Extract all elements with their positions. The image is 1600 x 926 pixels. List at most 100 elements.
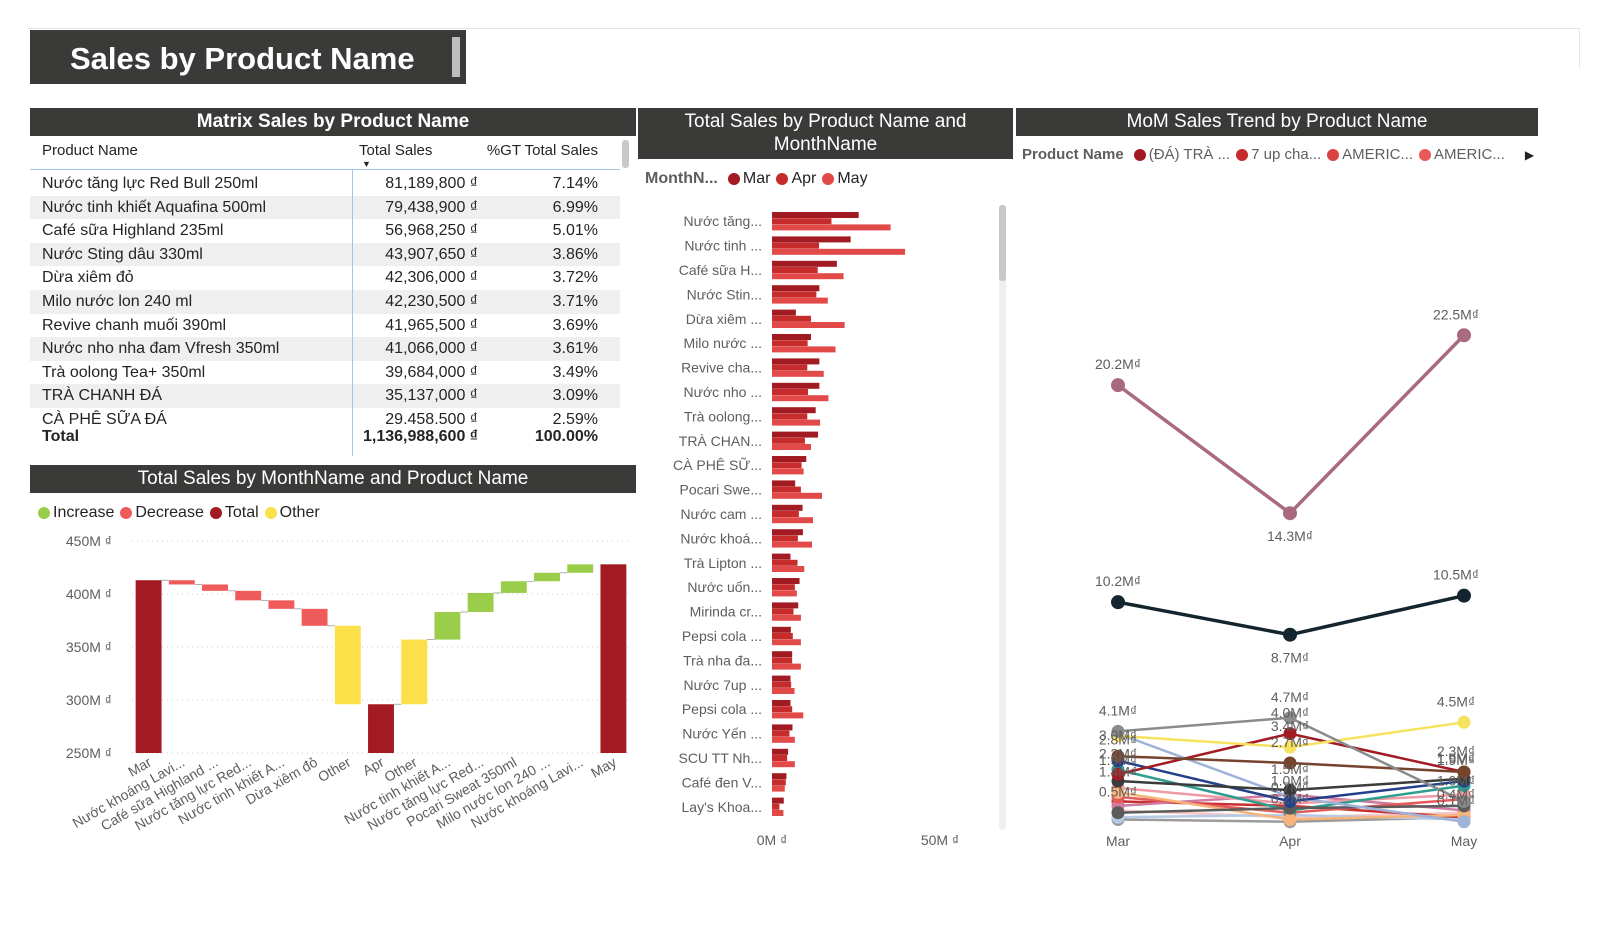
bar — [772, 382, 820, 389]
data-point — [1283, 812, 1297, 826]
bar — [772, 340, 808, 347]
data-label: 2.8M₫ — [1099, 732, 1137, 748]
legend-dot-icon — [1327, 148, 1340, 161]
table-row[interactable]: Dừa xiêm đỏ 42,306,000 ₫ 3.72% — [30, 266, 620, 290]
legend-item[interactable]: Mar — [727, 170, 770, 188]
total-sales: 1,136,988,600 ₫ — [363, 428, 478, 445]
category-label: Trà oolong... — [684, 408, 762, 424]
bar-chart-title: Total Sales by Product Name and MonthNam… — [638, 108, 1013, 159]
column-header-product[interactable]: Product Name — [42, 142, 138, 159]
bar — [772, 462, 802, 469]
legend-dot-icon — [727, 173, 740, 185]
bar — [772, 431, 819, 438]
waterfall-bar — [235, 590, 262, 601]
bar — [772, 364, 808, 371]
x-tick-label: 0M ₫ — [757, 832, 788, 848]
waterfall-legend: Increase Decrease Total Other — [38, 504, 326, 522]
data-label: 8.7M₫ — [1271, 650, 1309, 666]
x-tick-label: Other — [315, 754, 354, 786]
bar — [772, 444, 811, 450]
category-label: Revive cha... — [681, 360, 762, 376]
table-row[interactable]: Nước tinh khiết Aquafina 500ml 79,438,900… — [30, 195, 620, 220]
matrix-scrollbar[interactable] — [622, 140, 629, 168]
bar — [772, 419, 821, 426]
category-label: Lay's Khoa... — [682, 799, 763, 815]
sales-cell: 79,438,900 ₫ — [385, 198, 478, 216]
product-cell: CÀ PHÊ SỮA ĐÁ — [42, 410, 167, 424]
category-label: Nước tăng... — [684, 213, 762, 229]
category-label: Nước Yến ... — [682, 726, 762, 742]
column-header-pct[interactable]: %GT Total Sales — [487, 142, 598, 159]
bar — [772, 285, 820, 292]
table-row[interactable]: Nước nho nha đam Vfresh 350ml 41,066,000 … — [30, 337, 620, 361]
waterfall-bar — [567, 564, 594, 573]
data-label: 4.7M₫ — [1271, 689, 1309, 705]
data-label: 4.1M₫ — [1099, 702, 1137, 718]
product-cell: Revive chanh muối 390ml — [42, 316, 227, 334]
legend-dot-icon — [38, 507, 50, 519]
data-point — [1111, 378, 1125, 393]
table-row[interactable]: Café sữa Highland 235ml 56,968,250 ₫ 5.01% — [30, 219, 620, 243]
sort-desc-icon[interactable]: ▼ — [362, 159, 371, 169]
bar — [772, 688, 795, 694]
pct-cell: 3.72% — [552, 269, 598, 287]
table-row[interactable]: Revive chanh muối 390ml 41,965,500 ₫ 3.69% — [30, 314, 620, 338]
table-row[interactable]: Nước Sting dâu 330ml 43,907,650 ₫ 3.86% — [30, 242, 620, 267]
pct-cell: 7.14% — [552, 175, 598, 192]
category-label: Trà Lipton ... — [684, 555, 762, 571]
legend-item[interactable]: Total — [209, 504, 259, 522]
legend-label: Increase — [53, 504, 115, 521]
total-label: Total — [42, 428, 80, 445]
table-row[interactable]: Trà oolong Tea+ 350ml 39,684,000 ₫ 3.49% — [30, 361, 620, 385]
table-row[interactable]: Milo nước lon 240 ml 42,230,500 ₫ 3.71% — [30, 289, 620, 314]
legend-item[interactable]: (ĐÁ) TRÀ ... — [1133, 146, 1231, 163]
legend-next-icon[interactable]: ▶ — [1525, 148, 1534, 162]
waterfall-bar — [202, 584, 228, 591]
legend-item[interactable]: Increase — [38, 504, 114, 522]
category-label: Pepsi cola ... — [682, 628, 762, 644]
column-header-sales[interactable]: Total Sales — [359, 142, 432, 159]
pct-cell: 3.09% — [552, 387, 598, 405]
legend-label: Decrease — [135, 504, 204, 521]
legend-item[interactable]: May — [822, 170, 868, 188]
waterfall-bar — [168, 580, 195, 585]
legend-item[interactable]: Decrease — [120, 504, 204, 522]
pct-cell: 3.71% — [552, 292, 598, 310]
legend-item[interactable]: Other — [264, 504, 320, 522]
legend-label: Apr — [791, 170, 817, 187]
waterfall-bar — [301, 608, 328, 626]
category-label: CÀ PHÊ SỮ... — [673, 457, 762, 473]
y-tick-label: 400M ₫ — [66, 586, 112, 602]
category-label: TRÀ CHAN... — [679, 433, 762, 449]
y-tick-label: 350M ₫ — [66, 639, 112, 655]
bar — [772, 706, 793, 713]
legend-label: (ĐÁ) TRÀ ... — [1148, 146, 1231, 163]
table-row[interactable]: TRÀ CHANH ĐÁ 35,137,000 ₫ 3.09% — [30, 384, 620, 408]
bar — [772, 614, 801, 621]
bar — [772, 535, 798, 542]
total-pct: 100.00% — [534, 428, 598, 445]
matrix-title: Matrix Sales by Product Name — [30, 108, 636, 136]
category-label: Nước 7up ... — [684, 677, 762, 693]
data-label: 4.5M₫ — [1437, 693, 1475, 709]
bar — [772, 212, 859, 218]
legend-item[interactable]: AMERIC... — [1327, 146, 1413, 163]
bar — [772, 529, 803, 536]
legend-item[interactable]: 7 up cha... — [1236, 146, 1321, 163]
table-row[interactable]: CÀ PHÊ SỮA ĐÁ 29,458,500 ₫ 2.59% — [30, 408, 620, 424]
pct-cell: 3.49% — [552, 363, 598, 381]
bar — [772, 407, 816, 414]
table-row[interactable]: Nước tăng lực Red Bull 250ml 81,189,800 ₫… — [30, 172, 620, 196]
legend-title: MonthN... — [645, 170, 718, 187]
x-tick-label: Mar — [1106, 833, 1130, 849]
waterfall-bar — [334, 625, 361, 705]
bar — [772, 224, 891, 231]
data-label: 4.0M₫ — [1271, 705, 1309, 721]
data-point — [1283, 627, 1297, 642]
legend-item[interactable]: AMERIC... — [1419, 146, 1505, 163]
bar — [772, 712, 804, 719]
y-tick-label: 300M ₫ — [66, 692, 112, 708]
bar — [772, 724, 793, 731]
legend-item[interactable]: Apr — [776, 170, 816, 188]
bar — [772, 395, 829, 402]
